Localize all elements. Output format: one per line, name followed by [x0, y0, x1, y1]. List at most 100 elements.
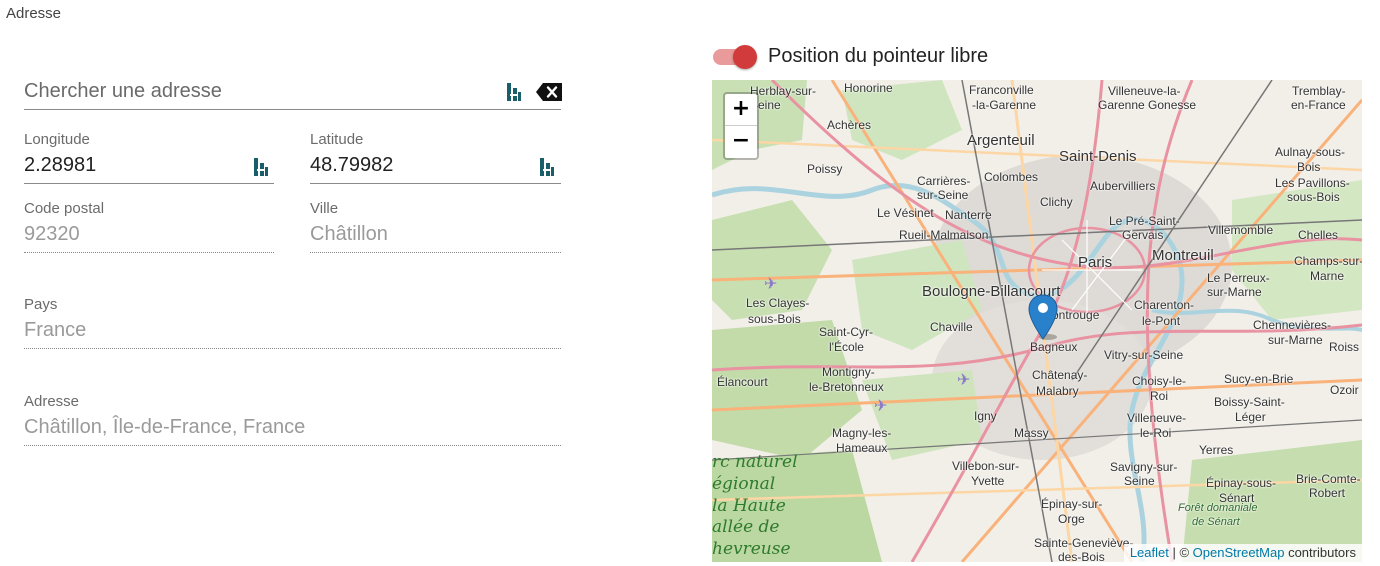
map-park-label: hevreuse: [712, 539, 791, 559]
latitude-field[interactable]: Latitude 48.79982: [310, 130, 561, 186]
zoom-in-button[interactable]: +: [725, 94, 757, 126]
openstreetmap-link[interactable]: OpenStreetMap: [1193, 545, 1285, 560]
map-label: Les Pavillons-: [1275, 176, 1350, 190]
country-field: Pays France: [24, 295, 561, 351]
map-label: Bagneux: [1030, 340, 1078, 354]
map-label: Colombes: [984, 170, 1039, 184]
map-label: des-Bois: [1058, 550, 1105, 562]
map-label: Nanterre: [945, 208, 992, 222]
geolocate-search-icon[interactable]: [507, 83, 521, 101]
map-label: Ozoir: [1330, 383, 1359, 397]
latitude-label: Latitude: [310, 131, 364, 148]
map-label: Garenne Gonesse: [1098, 98, 1197, 112]
map-label: Savigny-sur-: [1110, 460, 1178, 474]
map-label: Brie-Comte-: [1296, 472, 1361, 486]
map-label: de Sénart: [1192, 516, 1240, 528]
map-label: sous-Bois: [1287, 190, 1340, 204]
map-label: Achères: [827, 118, 872, 132]
map-label: Paris: [1078, 254, 1113, 271]
city-label: Ville: [310, 200, 339, 217]
map-label: Gervais: [1122, 228, 1164, 242]
map-label: Montreuil: [1152, 247, 1214, 264]
map-label: sur-Marne: [1207, 285, 1262, 299]
longitude-value[interactable]: 2.28981: [24, 154, 96, 177]
map-label: Boissy-Saint-: [1214, 395, 1285, 409]
map-label: Franconville: [969, 83, 1034, 97]
map-label: Léger: [1235, 410, 1266, 424]
attribution-separator: | ©: [1168, 545, 1193, 560]
city-value: Châtillon: [310, 223, 388, 245]
map-label: Villemomble: [1208, 223, 1274, 237]
map-label: Bois: [1297, 160, 1321, 174]
latitude-value[interactable]: 48.79982: [310, 154, 393, 177]
map-label: Le Perreux-: [1207, 271, 1270, 285]
location-marker-icon[interactable]: [1028, 294, 1058, 340]
longitude-label: Longitude: [24, 131, 90, 148]
map-label: sur-Seine: [917, 188, 969, 202]
map-label: Sainte-Geneviève-: [1034, 536, 1134, 550]
country-underline: [24, 348, 561, 349]
map-label: Seine: [1124, 474, 1155, 488]
map-label: Robert: [1309, 486, 1346, 500]
longitude-field[interactable]: Longitude 2.28981: [24, 130, 274, 186]
map-attribution: Leaflet | © OpenStreetMap contributors: [1123, 544, 1362, 562]
zoom-control: + −: [723, 92, 759, 160]
address-search-input[interactable]: [24, 78, 494, 104]
airport-icon: ✈: [764, 274, 778, 293]
map-label: le-Pont: [1142, 314, 1181, 328]
map-label: Forêt domaniale: [1178, 502, 1258, 514]
map-label: Saint-Denis: [1059, 148, 1137, 165]
map-label: le-Roi: [1140, 426, 1172, 440]
map-label: Chaville: [930, 320, 973, 334]
map-label: Champs-sur-: [1294, 254, 1362, 268]
postal-code-label: Code postal: [24, 200, 105, 217]
clear-search-icon[interactable]: [536, 83, 562, 101]
city-underline: [310, 252, 561, 253]
map-label: Épinay-sur-: [1041, 497, 1103, 511]
map-label: Le Vésinet: [877, 206, 934, 220]
map-label: Hameaux: [836, 441, 888, 455]
map-label: Choisy-le-: [1132, 374, 1187, 388]
map-label: Villeneuve-: [1127, 411, 1187, 425]
map-label: Tremblay-: [1292, 84, 1346, 98]
map-label: Clichy: [1040, 195, 1073, 209]
map-label: Charenton-: [1134, 298, 1195, 312]
map-label: Chennevières-: [1253, 318, 1332, 332]
free-pointer-toggle[interactable]: [712, 44, 760, 70]
map-park-label: rc naturel: [712, 452, 798, 472]
map-label: Villeneuve-la-: [1108, 84, 1181, 98]
postal-code-underline: [24, 252, 274, 253]
airport-icon: ✈: [957, 370, 971, 389]
map-label: Sucy-en-Brie: [1224, 372, 1294, 386]
geolocate-longitude-icon[interactable]: [254, 158, 268, 176]
map-label: Igny: [974, 409, 997, 423]
map-label: sur-Marne: [1268, 333, 1323, 347]
map-label: Aulnay-sous-: [1275, 145, 1346, 159]
free-pointer-toggle-label: Position du pointeur libre: [768, 45, 989, 67]
zoom-out-button[interactable]: −: [725, 126, 757, 157]
map-view[interactable]: Herblay-sur- Seine Honorine Franconville…: [712, 80, 1362, 562]
map-label: Carrières-: [917, 174, 971, 188]
map-label: en-France: [1291, 98, 1346, 112]
leaflet-link[interactable]: Leaflet: [1130, 545, 1169, 560]
map-label: Villebon-sur-: [952, 459, 1020, 473]
map-park-label: la Haute: [712, 496, 786, 516]
map-label: Saint-Cyr-: [819, 325, 874, 339]
section-title: Adresse: [6, 5, 62, 22]
map-label: -la-Garenne: [972, 98, 1037, 112]
map-label: Les Clayes-: [746, 296, 810, 310]
map-label: Poissy: [807, 162, 843, 176]
map-label: Montigny-: [822, 365, 875, 379]
map-label: Honorine: [844, 81, 893, 95]
longitude-underline: [24, 183, 274, 184]
address-search-underline: [24, 109, 561, 110]
map-label: Magny-les-: [832, 426, 892, 440]
full-address-value: Châtillon, Île-de-France, France: [24, 416, 306, 438]
map-label: Massy: [1014, 426, 1049, 440]
map-label: Herblay-sur-: [750, 84, 817, 98]
map-label: Orge: [1058, 512, 1085, 526]
full-address-underline: [24, 445, 561, 446]
geolocate-latitude-icon[interactable]: [540, 158, 554, 176]
map-label: Chelles: [1298, 228, 1339, 242]
map-label: Yerres: [1199, 443, 1234, 457]
